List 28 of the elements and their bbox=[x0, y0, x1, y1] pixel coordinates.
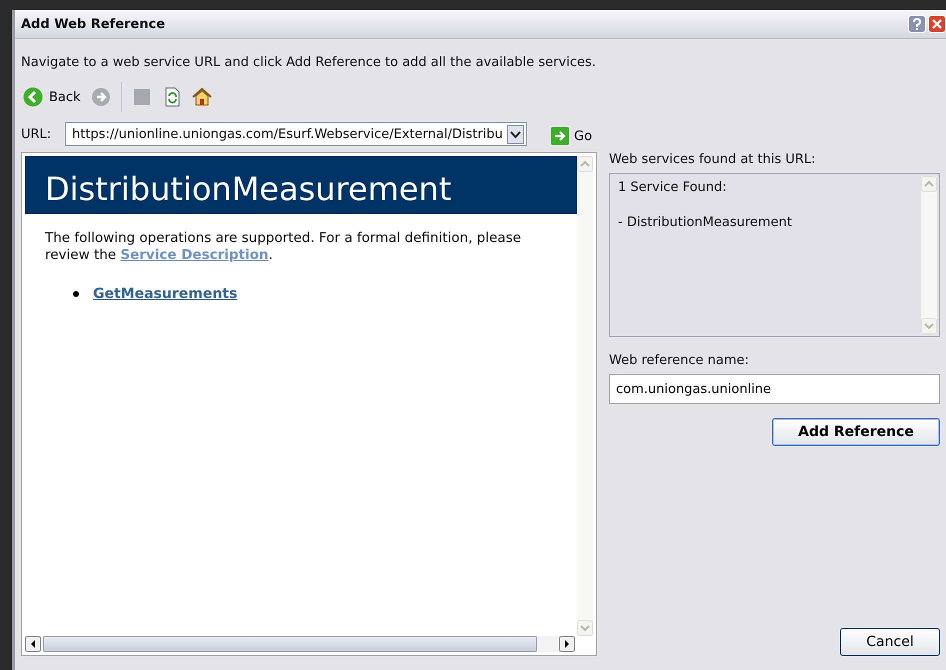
intro-text: The following operations are supported. For a formal definition, please review the Service Description. bbox=[45, 230, 522, 264]
scroll-left-icon[interactable] bbox=[25, 636, 41, 652]
go-button[interactable]: Go bbox=[545, 126, 598, 146]
dropdown-icon[interactable] bbox=[507, 124, 524, 144]
url-label: URL: bbox=[21, 126, 52, 142]
reference-name-label: Web reference name: bbox=[609, 353, 750, 368]
bullet-icon bbox=[73, 291, 79, 297]
scroll-up-icon[interactable] bbox=[921, 176, 937, 192]
reference-name-field[interactable]: com.uniongas.unionline bbox=[609, 374, 940, 404]
help-icon[interactable] bbox=[908, 15, 926, 33]
scroll-up-icon[interactable] bbox=[577, 156, 593, 172]
service-line: - DistributionMeasurement bbox=[618, 215, 793, 230]
service-heading: DistributionMeasurement bbox=[25, 156, 577, 214]
services-label: Web services found at this URL: bbox=[609, 152, 817, 167]
close-icon[interactable] bbox=[928, 15, 946, 33]
stop-icon[interactable] bbox=[132, 87, 152, 107]
window-title: Add Web Reference bbox=[21, 16, 166, 32]
scroll-right-icon[interactable] bbox=[559, 636, 575, 652]
url-field[interactable]: https://unionline.uniongas.com/Esurf.Webservice/External/Distribu bbox=[65, 122, 527, 146]
home-icon[interactable] bbox=[192, 87, 212, 107]
forward-icon[interactable] bbox=[90, 87, 111, 107]
cancel-button[interactable]: Cancel bbox=[840, 628, 940, 656]
back-button[interactable]: Back bbox=[21, 87, 81, 107]
instructions-text: Navigate to a web service URL and click Add Reference to add all the available services. bbox=[21, 55, 597, 70]
add-reference-button[interactable]: Add Reference bbox=[772, 418, 940, 446]
service-line: 1 Service Found: bbox=[618, 180, 728, 195]
scroll-down-icon[interactable] bbox=[921, 318, 937, 334]
operation-link[interactable]: GetMeasurements bbox=[93, 286, 238, 302]
